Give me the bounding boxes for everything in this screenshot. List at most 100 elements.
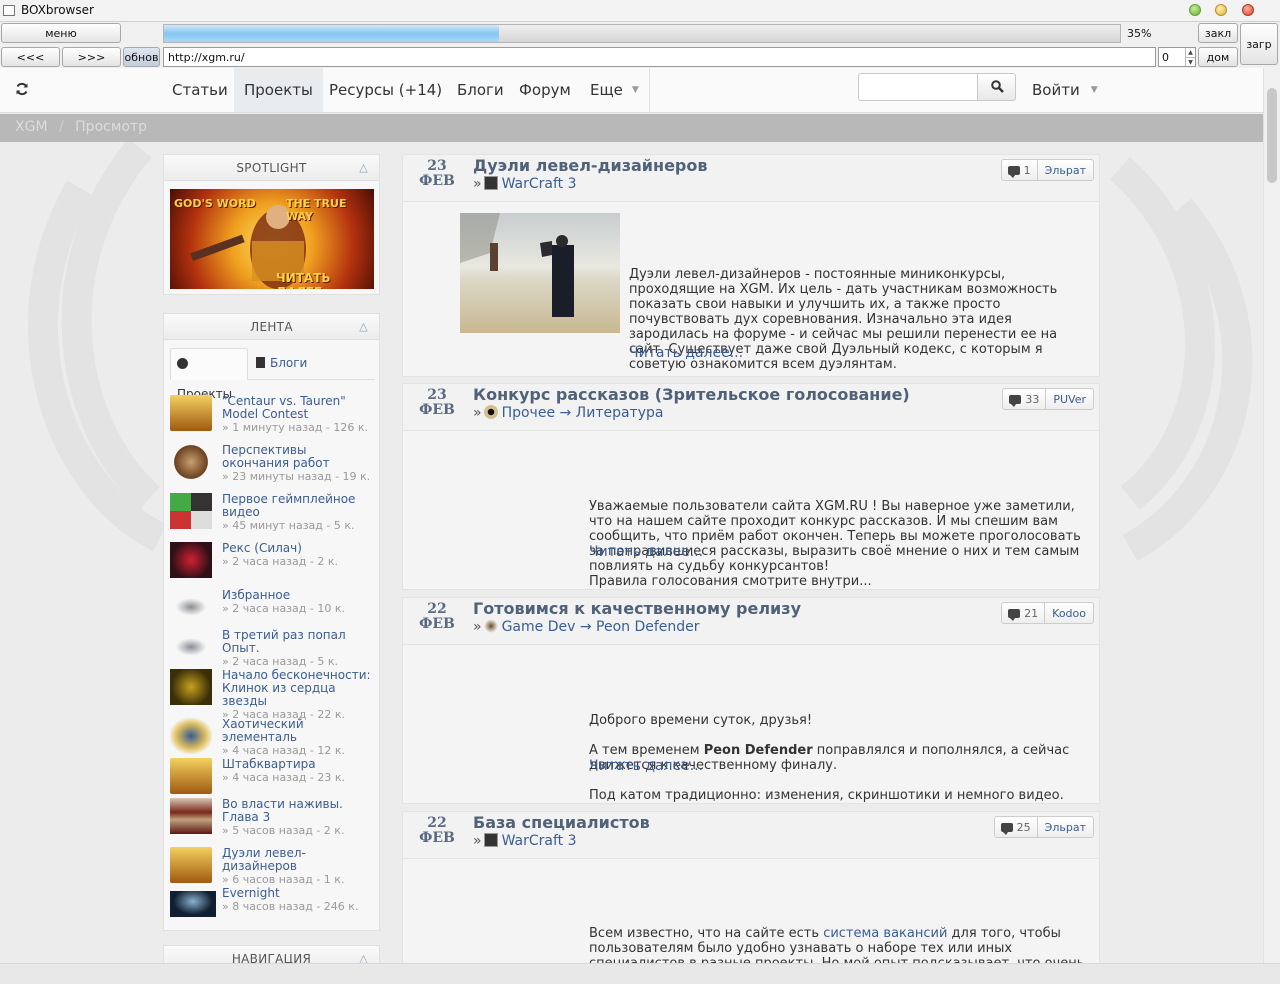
feed-item-title[interactable]: Штабквартира [222, 757, 316, 771]
feed-item-title[interactable]: "Centaur vs. Tauren" Model Contest [222, 394, 346, 421]
browser-toolbar: меню 35% закл загр <<< >>> обнов http://… [0, 22, 1280, 68]
nav-blogs[interactable]: Блоги [449, 68, 512, 112]
window-title: BOXbrowser [21, 3, 94, 17]
refresh-icon[interactable] [15, 82, 29, 96]
feed-item-title[interactable]: Рекс (Силач) [222, 541, 302, 555]
wings-emblem-thumb [170, 589, 212, 625]
post-comments-badge[interactable]: 33 PUVer [1002, 388, 1094, 410]
spin-up-icon[interactable]: ▲ [1185, 48, 1195, 57]
feed-item-title[interactable]: Избранное [222, 588, 290, 602]
minimize-button[interactable] [1215, 4, 1227, 16]
post-category-link[interactable]: WarCraft 3 [502, 833, 577, 849]
tab-projects[interactable]: Проекты [170, 348, 248, 401]
post-text-part: А тем временем [589, 743, 704, 758]
vacancies-link[interactable]: система вакансий [823, 926, 947, 941]
spotlight-header: SPOTLIGHT △ [164, 155, 379, 181]
collapse-icon[interactable]: △ [359, 314, 368, 340]
post-category-link[interactable]: Прочее → Литература [502, 405, 664, 421]
bookmark-button[interactable]: закл [1198, 23, 1238, 43]
post-title[interactable]: Дуэли левел-дизайнеров [473, 156, 707, 175]
spotlight-banner[interactable]: GOD'S WORD THE TRUE WAY ЧИТАТЬ ДАЛЕЕ [170, 189, 374, 289]
post-category-link[interactable]: WarCraft 3 [502, 176, 577, 192]
feed-item-meta: » 1 минуту назад - 126 к. [222, 421, 369, 434]
back-button[interactable]: <<< [1, 47, 60, 67]
url-input[interactable]: http://xgm.ru/ [163, 47, 1156, 67]
post-title[interactable]: Готовимся к качественному релизу [473, 599, 801, 618]
page-scrollbar[interactable] [1263, 68, 1280, 963]
post-comments-badge[interactable]: 1 Эльрат [1000, 159, 1094, 181]
feed-item-title[interactable]: Во власти наживы. Глава 3 [222, 797, 343, 824]
warcraft-logo-thumb [170, 847, 212, 883]
post-author[interactable]: Эльрат [1038, 821, 1093, 834]
progress-percent: 35% [1127, 27, 1152, 40]
banner-text-right: THE TRUE WAY [286, 197, 347, 223]
window-titlebar: BOXbrowser [0, 0, 1280, 22]
scrollbar-thumb[interactable] [1267, 88, 1277, 183]
comment-icon [1000, 822, 1013, 835]
menu-button[interactable]: меню [1, 23, 121, 43]
feed-item-meta: » 8 часов назад - 246 к. [222, 900, 359, 913]
news-post: 23 ФЕВ Конкурс рассказов (Зрительское гол… [402, 383, 1100, 590]
project-thumb [170, 444, 212, 480]
read-more-link[interactable]: Читать далее... [589, 544, 703, 560]
post-category-link[interactable]: Game Dev → Peon Defender [502, 619, 700, 635]
post-title[interactable]: База специалистов [473, 813, 650, 832]
feed-item-title[interactable]: Перспективы окончания работ [222, 443, 330, 470]
spin-down-icon[interactable]: ▼ [1185, 57, 1195, 66]
search-icon [991, 80, 1004, 93]
comment-count: 21 [1024, 606, 1039, 620]
read-more-link[interactable]: Читать далее... [629, 345, 743, 361]
nav-articles[interactable]: Статьи [164, 68, 236, 112]
feed-item-title[interactable]: Дуэли левел-дизайнеров [222, 846, 306, 873]
close-window-button[interactable] [1242, 4, 1254, 16]
downloads-button[interactable]: загр [1240, 23, 1278, 65]
post-author[interactable]: Kodoo [1045, 607, 1093, 620]
post-image[interactable] [460, 213, 620, 333]
post-comments-badge[interactable]: 21 Kodoo [1001, 602, 1094, 624]
breadcrumb-separator: / [58, 119, 64, 135]
post-paragraph: Правила голосования смотрите внутри... [589, 574, 872, 589]
read-more-link[interactable]: Читать далее... [589, 758, 703, 774]
feed-item-title[interactable]: Первое геймплейное видео [222, 492, 355, 519]
feed-item-title[interactable]: Хаотический элементаль [222, 717, 304, 744]
gear-icon [177, 358, 188, 369]
collapse-icon[interactable]: △ [359, 155, 368, 181]
post-title[interactable]: Конкурс рассказов (Зрительское голосован… [473, 385, 910, 404]
login-dropdown[interactable]: Войти ▼ [1024, 68, 1108, 112]
feed-item-meta: » 45 минут назад - 5 к. [222, 519, 355, 532]
feed-item-title[interactable]: В третий раз попал Опыт. [222, 628, 346, 655]
post-day: 23 [427, 158, 447, 174]
banner-text-left: GOD'S WORD [174, 197, 256, 210]
web-page: Статьи Проекты Ресурсы (+14) Блоги Форум… [0, 68, 1280, 963]
warcraft-logo-thumb [170, 395, 212, 431]
post-month: ФЕВ [419, 830, 455, 846]
breadcrumb-root[interactable]: XGM [15, 119, 48, 135]
post-date: 23 ФЕВ [403, 388, 471, 418]
feed-item-meta: » 2 часа назад - 10 к. [222, 602, 345, 615]
feed-item-meta: » 23 минуты назад - 19 к. [222, 470, 371, 483]
nav-more-dropdown[interactable]: Еще ▼ [582, 68, 650, 112]
maximize-button[interactable] [1189, 4, 1201, 16]
search-button[interactable] [977, 73, 1016, 101]
nav-forum[interactable]: Форум [511, 68, 579, 112]
collapse-icon[interactable]: △ [359, 946, 368, 963]
post-text-bold: Peon Defender [703, 743, 813, 758]
post-text: Всем известно, что на сайте есть система… [589, 926, 1094, 963]
post-author[interactable]: PUVer [1046, 393, 1093, 406]
tab-blogs[interactable]: Блоги [256, 348, 307, 380]
post-author[interactable]: Эльрат [1038, 164, 1093, 177]
post-category: » Прочее → Литература [473, 405, 664, 421]
search-input[interactable] [858, 73, 978, 101]
home-button[interactable]: дом [1198, 47, 1238, 67]
nav-projects[interactable]: Проекты [234, 68, 323, 112]
post-header: 23 ФЕВ Дуэли левел-дизайнеров » WarCraft 3… [403, 155, 1099, 202]
post-comments-badge[interactable]: 25 Эльрат [993, 816, 1094, 838]
feed-item-title[interactable]: Начало бесконечности: Клинок из сердца з… [222, 668, 371, 708]
zoom-spinbox[interactable]: 0 ▲ ▼ [1158, 47, 1196, 67]
login-label: Войти [1032, 81, 1080, 99]
forward-button[interactable]: >>> [62, 47, 121, 67]
feed-item-title[interactable]: Evernight [222, 886, 280, 900]
refresh-button[interactable]: обнов [123, 47, 160, 67]
post-month: ФЕВ [419, 616, 455, 632]
nav-resources[interactable]: Ресурсы (+14) [321, 68, 450, 112]
